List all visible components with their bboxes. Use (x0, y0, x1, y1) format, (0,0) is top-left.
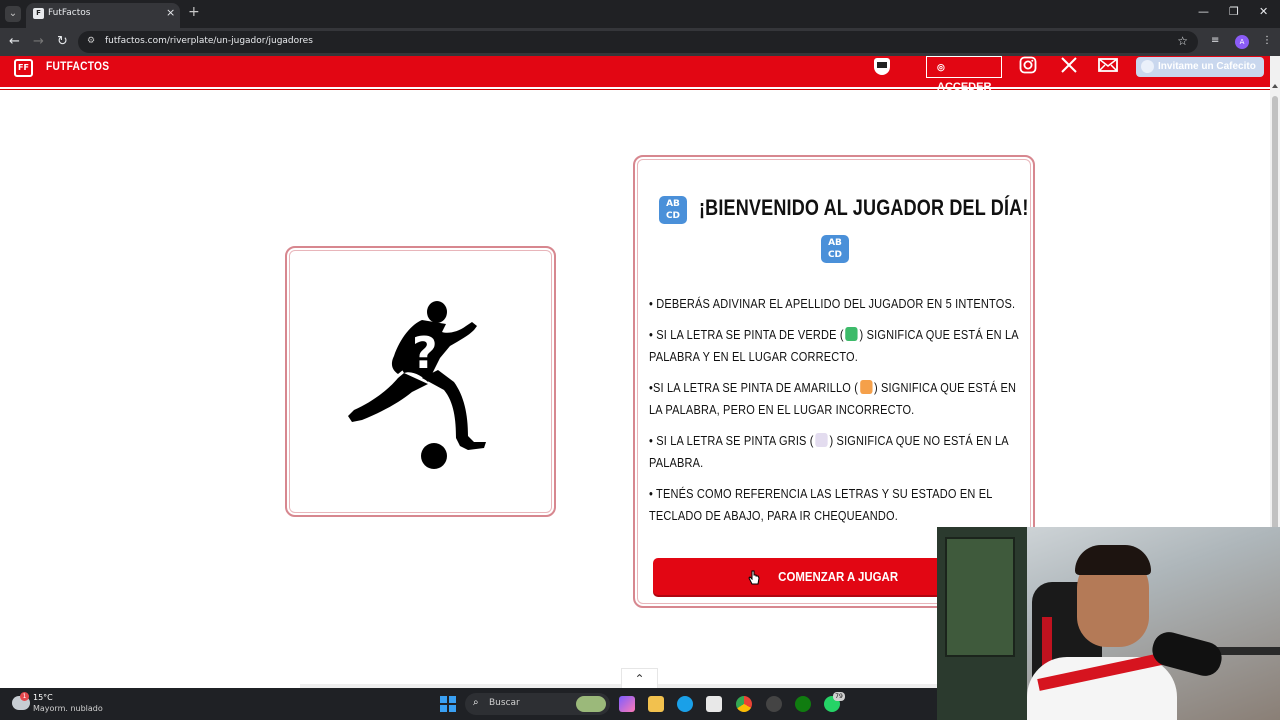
browser-tab-bar: ⌄ F FutFactos × + — ❐ ✕ (0, 0, 1280, 28)
favicon-icon: F (33, 8, 44, 19)
site-info-icon[interactable]: ⚙ (87, 36, 99, 48)
logo-icon[interactable]: FF (14, 59, 33, 77)
webcam-overlay (937, 527, 1280, 720)
player-card: ? (285, 246, 556, 517)
profile-avatar[interactable]: A (1235, 35, 1249, 49)
store-icon[interactable] (706, 696, 722, 712)
tab-close-icon[interactable]: × (166, 6, 175, 19)
weather-temp[interactable]: 15°C (33, 693, 53, 702)
extensions-icon[interactable]: ≡ (1211, 35, 1219, 46)
login-button[interactable]: ◎ ACCEDER (926, 56, 1002, 93)
x-icon[interactable] (1059, 56, 1079, 76)
taskbar-search[interactable]: ⌕ Buscar (465, 693, 610, 715)
tab-menu-icon[interactable]: ⌄ (5, 6, 21, 22)
orange-square-icon (859, 380, 873, 394)
restore-icon[interactable]: ❐ (1229, 5, 1239, 18)
xbox-icon[interactable] (795, 696, 811, 712)
minimize-icon[interactable]: — (1198, 5, 1209, 18)
forward-icon[interactable]: → (33, 34, 44, 49)
search-highlight-image (576, 696, 606, 712)
app-icon[interactable] (766, 696, 782, 712)
weather-badge: 1 (20, 692, 29, 701)
rule-gray-text-a: • SI LA LETRA SE PINTA GRIS ( (649, 434, 814, 448)
rule-green-text-a: • SI LA LETRA SE PINTA DE VERDE ( (649, 328, 844, 342)
cursor-icon (748, 570, 760, 585)
rule-gray: • SI LA LETRA SE PINTA GRIS () SIGNIFICA… (649, 430, 1027, 474)
new-tab-button[interactable]: + (188, 4, 200, 20)
rules-list: • DEBERÁS ADIVINAR EL APELLIDO DEL JUGAD… (649, 293, 1029, 536)
brand-name[interactable]: FUTFACTOS (46, 59, 109, 73)
star-icon[interactable]: ☆ (1177, 34, 1188, 48)
rule-green: • SI LA LETRA SE PINTA DE VERDE () SIGNI… (649, 324, 1027, 368)
close-window-icon[interactable]: ✕ (1259, 5, 1268, 18)
cafecito-label: Invitame un Cafecito (1158, 61, 1256, 72)
menu-dots-icon[interactable]: ⋮ (1262, 35, 1272, 46)
url-text[interactable]: futfactos.com/riverplate/un-jugador/juga… (105, 36, 313, 46)
coffee-icon (1141, 60, 1154, 73)
rule-yellow: •SI LA LETRA SE PINTA DE AMARILLO () SIG… (649, 377, 1027, 421)
address-bar-row: ← → ↻ ⚙ futfactos.com/riverplate/un-juga… (0, 28, 1280, 56)
whatsapp-badge: 79 (833, 692, 845, 701)
rule-attempts: • DEBERÁS ADIVINAR EL APELLIDO DEL JUGAD… (649, 297, 1016, 311)
abcd-icon: AB CD (821, 235, 849, 263)
weather-desc[interactable]: Mayorm. nublado (33, 704, 103, 713)
webcam-hair (1075, 545, 1151, 575)
reload-icon[interactable]: ↻ (57, 34, 68, 49)
mail-icon[interactable] (1098, 56, 1118, 76)
user-icon: ◎ (937, 62, 945, 72)
tab-title: FutFactos (48, 8, 91, 18)
player-silhouette-icon: ? (348, 301, 486, 469)
scroll-up-arrow[interactable] (1272, 84, 1278, 88)
rule-yellow-text-a: •SI LA LETRA SE PINTA DE AMARILLO ( (649, 381, 859, 395)
start-game-label: COMENZAR A JUGAR (778, 569, 898, 584)
file-explorer-icon[interactable] (648, 696, 664, 712)
instagram-icon[interactable] (1018, 56, 1038, 76)
url-bar[interactable]: ⚙ futfactos.com/riverplate/un-jugador/ju… (78, 31, 1198, 53)
webcam-poster (945, 537, 1015, 657)
svg-text:?: ? (412, 328, 438, 379)
welcome-title: ¡BIENVENIDO AL JUGADOR DEL DÍA! (699, 195, 1029, 220)
copilot-icon[interactable] (619, 696, 635, 712)
chrome-icon[interactable] (736, 696, 752, 712)
search-placeholder: Buscar (489, 698, 520, 708)
login-label: ACCEDER (937, 81, 992, 93)
search-icon: ⌕ (473, 697, 479, 708)
back-icon[interactable]: ← (9, 34, 20, 49)
site-header: FF FUTFACTOS ◎ ACCEDER Invitame un Cafeci… (0, 56, 1270, 93)
cafecito-button[interactable]: Invitame un Cafecito (1136, 57, 1264, 77)
browser-tab[interactable]: F FutFactos × (26, 3, 180, 28)
rule-keyboard: • TENÉS COMO REFERENCIA LAS LETRAS Y SU … (649, 487, 993, 523)
windows-start-icon[interactable] (440, 696, 456, 712)
green-square-icon (845, 327, 858, 341)
scroll-top-icon[interactable]: ⌃ (621, 668, 658, 688)
gray-square-icon (815, 433, 828, 447)
edge-icon[interactable] (677, 696, 693, 712)
abcd-icon: AB CD (659, 196, 687, 224)
club-crest-icon[interactable] (874, 58, 890, 75)
